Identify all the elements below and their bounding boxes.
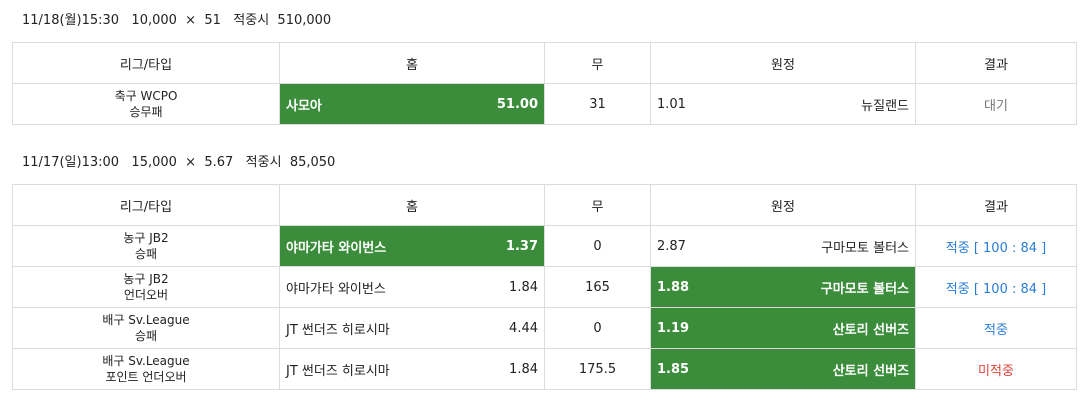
away-cell[interactable]: 1.85 산토리 선버즈	[650, 348, 916, 390]
slip-summary: 11/17(일)13:00 15,000 × 5.67 적중시 85,050	[22, 155, 336, 170]
league-cell: 농구 JB2 언더오버	[12, 266, 280, 308]
away-team: 구마모토 볼터스	[821, 240, 909, 256]
result-cell: 적중 [ 100 : 84 ]	[915, 266, 1077, 308]
away-odds: 1.88	[657, 279, 690, 295]
table-header-row: 리그/타입 홈 무 원정 결과	[12, 42, 1077, 84]
table-row: 농구 JB2 언더오버 야마가타 와이번스 1.84 165 1.88 구마모토…	[12, 266, 1077, 308]
bet-type: 포인트 언더오버	[105, 370, 187, 384]
league-name: 농구 JB2	[123, 272, 169, 286]
draw-cell[interactable]: 0	[544, 307, 651, 349]
home-odds: 1.84	[509, 279, 538, 295]
bet-table: 리그/타입 홈 무 원정 결과 농구 JB2 승패 야마가타 와이번스 1.37…	[12, 184, 1077, 390]
result-cell: 적중 [ 100 : 84 ]	[915, 225, 1077, 267]
league-cell: 축구 WCPO 승무패	[12, 83, 280, 125]
draw-cell[interactable]: 175.5	[544, 348, 651, 390]
result-cell: 대기	[915, 83, 1077, 125]
league-cell: 배구 Sv.League 포인트 언더오버	[12, 348, 280, 390]
home-cell[interactable]: 야마가타 와이번스 1.37	[279, 225, 545, 267]
bet-type: 승패	[134, 329, 158, 343]
header-league-type: 리그/타입	[12, 42, 280, 84]
home-cell[interactable]: JT 썬더즈 히로시마 1.84	[279, 348, 545, 390]
bet-slip: 11/18(월)15:30 10,000 × 51 적중시 510,000 리그…	[12, 10, 1077, 125]
home-odds: 4.44	[509, 320, 538, 336]
header-draw: 무	[544, 184, 651, 226]
bet-type: 승패	[134, 247, 158, 261]
away-team: 산토리 선버즈	[832, 322, 909, 338]
bet-type: 승무패	[129, 105, 163, 119]
home-team: 야마가타 와이번스	[286, 240, 387, 256]
home-team: 야마가타 와이번스	[286, 281, 386, 297]
draw-cell[interactable]: 0	[544, 225, 651, 267]
bet-type: 언더오버	[123, 288, 169, 302]
away-odds: 1.85	[657, 361, 690, 377]
league-cell: 농구 JB2 승패	[12, 225, 280, 267]
home-odds: 51.00	[496, 96, 538, 112]
home-odds: 1.37	[505, 238, 538, 254]
league-name: 축구 WCPO	[114, 89, 178, 103]
bet-slip: 11/17(일)13:00 15,000 × 5.67 적중시 85,050 리…	[12, 152, 1077, 390]
home-cell[interactable]: 야마가타 와이번스 1.84	[279, 266, 545, 308]
table-header-row: 리그/타입 홈 무 원정 결과	[12, 184, 1077, 226]
slip-summary: 11/18(월)15:30 10,000 × 51 적중시 510,000	[22, 13, 332, 28]
away-cell[interactable]: 1.01 뉴질랜드	[650, 83, 916, 125]
home-team: 사모아	[286, 98, 322, 114]
home-cell[interactable]: 사모아 51.00	[279, 83, 545, 125]
header-home: 홈	[279, 184, 545, 226]
league-name: 배구 Sv.League	[102, 313, 190, 327]
header-away: 원정	[650, 42, 916, 84]
league-name: 배구 Sv.League	[102, 354, 190, 368]
away-team: 구마모토 볼터스	[820, 281, 909, 297]
header-away: 원정	[650, 184, 916, 226]
result-cell: 미적중	[915, 348, 1077, 390]
home-cell[interactable]: JT 썬더즈 히로시마 4.44	[279, 307, 545, 349]
away-cell[interactable]: 2.87 구마모토 볼터스	[650, 225, 916, 267]
away-team: 산토리 선버즈	[832, 363, 909, 379]
header-result: 결과	[915, 42, 1077, 84]
table-row: 배구 Sv.League 포인트 언더오버 JT 썬더즈 히로시마 1.84 1…	[12, 348, 1077, 390]
header-league-type: 리그/타입	[12, 184, 280, 226]
away-cell[interactable]: 1.88 구마모토 볼터스	[650, 266, 916, 308]
header-home: 홈	[279, 42, 545, 84]
header-draw: 무	[544, 42, 651, 84]
away-odds: 2.87	[657, 238, 686, 254]
away-team: 뉴질랜드	[861, 98, 909, 114]
bet-table: 리그/타입 홈 무 원정 결과 축구 WCPO 승무패 사모아 51.00 31…	[12, 42, 1077, 125]
table-row: 배구 Sv.League 승패 JT 썬더즈 히로시마 4.44 0 1.19 …	[12, 307, 1077, 349]
draw-cell[interactable]: 165	[544, 266, 651, 308]
league-cell: 배구 Sv.League 승패	[12, 307, 280, 349]
header-result: 결과	[915, 184, 1077, 226]
home-team: JT 썬더즈 히로시마	[286, 363, 390, 379]
league-name: 농구 JB2	[123, 231, 169, 245]
home-team: JT 썬더즈 히로시마	[286, 322, 390, 338]
table-row: 농구 JB2 승패 야마가타 와이번스 1.37 0 2.87 구마모토 볼터스…	[12, 225, 1077, 267]
draw-cell[interactable]: 31	[544, 83, 651, 125]
away-odds: 1.19	[657, 320, 690, 336]
result-cell: 적중	[915, 307, 1077, 349]
table-row: 축구 WCPO 승무패 사모아 51.00 31 1.01 뉴질랜드 대기	[12, 83, 1077, 125]
home-odds: 1.84	[509, 361, 538, 377]
away-cell[interactable]: 1.19 산토리 선버즈	[650, 307, 916, 349]
away-odds: 1.01	[657, 96, 686, 112]
